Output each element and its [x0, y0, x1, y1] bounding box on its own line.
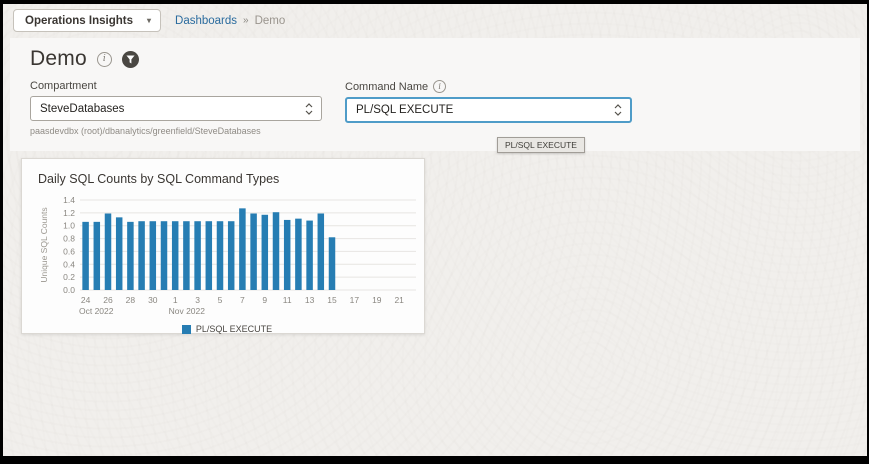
dashboard-header-panel: Demo i Compartment SteveDatabases paasde…	[10, 38, 860, 151]
svg-text:7: 7	[240, 295, 245, 305]
command-name-field: Command Name i PL/SQL EXECUTE PL/SQL EXE…	[345, 80, 632, 136]
command-name-label: Command Name i	[345, 80, 632, 93]
svg-text:13: 13	[305, 295, 315, 305]
svg-text:Oct 2022: Oct 2022	[79, 306, 114, 316]
command-name-tooltip: PL/SQL EXECUTE	[497, 137, 585, 153]
breadcrumb-dashboards-link[interactable]: Dashboards	[175, 15, 237, 27]
chevron-down-icon: ▾	[147, 16, 151, 25]
compartment-label: Compartment	[30, 80, 322, 92]
title-row: Demo i	[30, 47, 840, 71]
app-window: Operations Insights ▾ Dashboards » Demo …	[3, 4, 867, 456]
svg-text:9: 9	[262, 295, 267, 305]
top-navigation-bar: Operations Insights ▾ Dashboards » Demo	[3, 4, 867, 37]
svg-text:1.0: 1.0	[63, 221, 75, 231]
command-name-info-icon[interactable]: i	[433, 80, 446, 93]
select-stepper-icon	[614, 103, 622, 117]
svg-text:Nov 2022: Nov 2022	[169, 306, 206, 316]
daily-sql-counts-card: Daily SQL Counts by SQL Command Types 0.…	[21, 158, 425, 334]
breadcrumb-current: Demo	[255, 15, 286, 27]
command-name-label-text: Command Name	[345, 81, 428, 93]
daily-sql-counts-chart: 0.00.20.40.60.81.01.21.42426283013579111…	[38, 192, 418, 318]
svg-text:21: 21	[394, 295, 404, 305]
svg-text:24: 24	[81, 295, 91, 305]
svg-text:3: 3	[195, 295, 200, 305]
chart-title: Daily SQL Counts by SQL Command Types	[38, 172, 416, 186]
svg-text:30: 30	[148, 295, 158, 305]
svg-text:0.4: 0.4	[63, 259, 75, 269]
svg-text:11: 11	[283, 295, 292, 305]
svg-text:26: 26	[103, 295, 113, 305]
svg-text:28: 28	[126, 295, 136, 305]
svg-text:1: 1	[173, 295, 178, 305]
legend-item[interactable]: PL/SQL EXECUTE	[38, 324, 416, 334]
breadcrumb-separator-icon: »	[243, 15, 249, 26]
svg-text:0.8: 0.8	[63, 234, 75, 244]
app-switcher-label: Operations Insights	[25, 15, 133, 27]
svg-text:Unique SQL Counts: Unique SQL Counts	[39, 207, 49, 282]
command-name-select[interactable]: PL/SQL EXECUTE	[345, 97, 632, 123]
svg-text:0.6: 0.6	[63, 246, 75, 256]
svg-text:19: 19	[372, 295, 382, 305]
svg-text:0.2: 0.2	[63, 272, 75, 282]
select-stepper-icon	[305, 102, 313, 116]
app-switcher-button[interactable]: Operations Insights ▾	[13, 9, 161, 32]
svg-text:1.2: 1.2	[63, 208, 75, 218]
compartment-path: paasdevdbx (root)/dbanalytics/greenfield…	[30, 126, 322, 136]
compartment-value: SteveDatabases	[40, 103, 124, 115]
page-info-icon[interactable]: i	[97, 52, 112, 67]
command-name-value: PL/SQL EXECUTE	[356, 104, 453, 116]
svg-text:1.4: 1.4	[63, 195, 75, 205]
svg-text:17: 17	[350, 295, 360, 305]
svg-text:0.0: 0.0	[63, 285, 75, 295]
compartment-field: Compartment SteveDatabases paasdevdbx (r…	[30, 80, 322, 136]
page-title: Demo	[30, 47, 87, 71]
legend-label: PL/SQL EXECUTE	[196, 324, 272, 334]
breadcrumb: Dashboards » Demo	[175, 15, 285, 27]
svg-text:5: 5	[218, 295, 223, 305]
filter-controls: Compartment SteveDatabases paasdevdbx (r…	[30, 80, 840, 136]
filter-icon[interactable]	[122, 51, 139, 68]
svg-text:15: 15	[327, 295, 337, 305]
legend-swatch-icon	[182, 325, 191, 334]
compartment-select[interactable]: SteveDatabases	[30, 96, 322, 121]
